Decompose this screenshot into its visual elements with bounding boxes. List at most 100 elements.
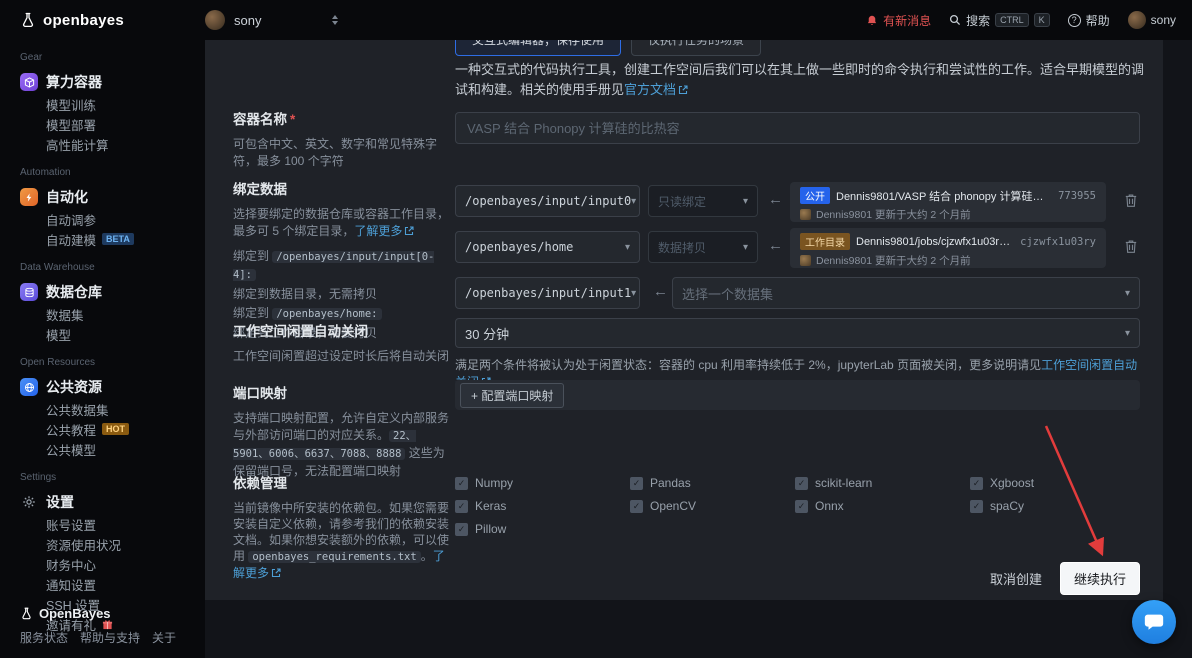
chevron-down-icon: ▾ [1124,287,1130,299]
owner-avatar [800,209,811,220]
sidebar-item-data-warehouse[interactable]: 数据仓库 [20,280,205,304]
sidebar-item-datasets[interactable]: 数据集 [20,304,205,324]
checkbox-checked[interactable]: ✓ [795,476,808,490]
form-actions: 取消创建 继续执行 [990,562,1140,595]
sidebar-footer: OpenBayes 服务状态 帮助与支持 关于 [20,606,176,646]
sidebar-item-public-datasets[interactable]: 公共数据集 [20,399,205,419]
dataset-card[interactable]: 公开 Dennis9801/VASP 结合 phonopy 计算硅的比热容/1 … [790,182,1106,222]
dataset-card[interactable]: 工作目录 Dennis9801/jobs/cjzwfx1u03ry/output… [790,228,1106,268]
sidebar-item-public-tutorials[interactable]: 公共教程 HOT [20,419,205,439]
delete-binding-button[interactable] [1124,193,1138,213]
cancel-create-button[interactable]: 取消创建 [990,569,1042,588]
mount-mode-select[interactable]: 数据拷贝 ▾ [648,231,758,263]
checkbox-checked[interactable]: ✓ [455,499,468,513]
port-mapping-bar: + 配置端口映射 [455,380,1140,410]
dataset-meta: Dennis9801 更新于大约 2 个月前 [816,209,971,221]
dataset-id: 773955 [1058,189,1096,202]
workspace-description: 一种交互式的代码执行工具，创建工作空间后我们可以在其上做一些即时的命令执行和尝试… [455,62,1145,97]
tab-script-execution[interactable]: 仅执行任务的场景 [631,40,762,56]
sidebar-item-model-training[interactable]: 模型训练 [20,94,205,114]
workspace-switcher[interactable]: sony [205,10,355,30]
sidebar-item-models[interactable]: 模型 [20,324,205,344]
requirements-file-code: openbayes_requirements.txt [248,551,421,563]
checkbox-checked[interactable]: ✓ [630,499,643,513]
sidebar-item-settings[interactable]: 设置 [20,490,205,514]
sidebar-item-public-models[interactable]: 公共模型 [20,439,205,459]
dependency-label: Keras [475,499,507,513]
sidebar-item-automation[interactable]: 自动化 [20,185,205,209]
notifications-button[interactable]: 有新消息 [866,12,931,29]
footer-link-service-status[interactable]: 服务状态 [20,629,68,646]
external-link-icon [271,568,281,578]
dataset-picker-select[interactable]: 选择一个数据集 ▾ [672,277,1140,309]
external-link-icon [405,226,414,236]
sidebar-item-resource-usage[interactable]: 资源使用状况 [20,534,205,554]
sidebar-item-billing-center[interactable]: 财务中心 [20,554,205,574]
sidebar-item-auto-modeling[interactable]: 自动建模 BETA [20,229,205,249]
dependency-item: ✓ Keras [455,499,630,513]
docs-link[interactable]: 官方文档 [624,82,688,97]
checkbox-checked[interactable]: ✓ [630,476,643,490]
user-menu[interactable]: sony [1127,11,1176,29]
chevron-updown-icon [332,15,339,25]
delete-binding-button[interactable] [1124,239,1138,259]
sidebar-item-auto-tuning[interactable]: 自动调参 [20,209,205,229]
mount-path-select[interactable]: /openbayes/input/input0 ▾ [455,185,640,217]
binding-label-block: 绑定数据 选择要绑定的数据仓库或容器工作目录，最多可 5 个绑定目录，了解更多 … [233,178,449,342]
binding-learn-more-link[interactable]: 了解更多 [354,224,414,238]
checkbox-checked[interactable]: ✓ [970,476,983,490]
sidebar-item-account-settings[interactable]: 账号设置 [20,514,205,534]
owner-avatar [800,255,811,266]
help-button[interactable]: ? 帮助 [1067,12,1110,29]
user-name: sony [1150,13,1176,27]
tab-workspace[interactable]: 交互式编辑器；保存使用 [455,40,622,56]
sidebar-item-compute-container[interactable]: 算力容器 [20,70,205,94]
sidebar-item-model-deploy[interactable]: 模型部署 [20,114,205,134]
sidebar-item-label: 公共教程 [46,423,97,438]
mount-path-select[interactable]: /openbayes/home ▾ [455,231,640,263]
footer-link-support[interactable]: 帮助与支持 [80,629,140,646]
user-avatar [1127,11,1146,29]
container-name-input[interactable] [455,112,1140,144]
dataset-meta: Dennis9801 更新于大约 2 个月前 [816,255,971,267]
chevron-down-icon: ▾ [1124,327,1130,339]
sidebar-item-notification-settings[interactable]: 通知设置 [20,574,205,594]
required-asterisk: * [290,112,296,127]
beta-badge: BETA [102,233,134,245]
checkbox-checked[interactable]: ✓ [970,499,983,513]
dataset-title: Dennis9801/jobs/cjzwfx1u03ry/output [856,235,1014,248]
search-button[interactable]: 搜索 CTRL K [949,12,1050,29]
ports-hint: 支持端口映射配置，允许自定义内部服务与外部访问端口的对应关系。 22、5901、6… [233,411,450,478]
dependency-item: ✓ OpenCV [630,499,795,513]
footer-link-about[interactable]: 关于 [152,629,176,646]
add-port-mapping-button[interactable]: + 配置端口映射 [460,382,565,408]
chat-widget-button[interactable] [1132,600,1176,644]
openbayes-logo[interactable]: openbayes [0,12,205,29]
sidebar-item-public-resources[interactable]: 公共资源 [20,375,205,399]
chevron-down-icon: ▾ [742,241,748,253]
mount-mode-select[interactable]: 只读绑定 ▾ [648,185,758,217]
continue-button[interactable]: 继续执行 [1059,562,1140,595]
ports-label-block: 端口映射 支持端口映射配置，允许自定义内部服务与外部访问端口的对应关系。 22、5… [233,382,449,480]
checkbox-checked[interactable]: ✓ [455,522,468,536]
help-icon: ? [1067,13,1081,27]
workspace-avatar [205,10,225,30]
ports-title: 端口映射 [233,386,287,401]
mount-path-select[interactable]: /openbayes/input/input1 ▾ [455,277,640,309]
checkbox-checked[interactable]: ✓ [455,476,468,490]
search-label: 搜索 [966,13,991,28]
dependency-item: ✓ Xgboost [970,476,1140,490]
container-name-hint: 可包含中文、英文、数字和常见特殊字符，最多 100 个字符 [233,137,438,168]
notifications-label: 有新消息 [883,13,932,28]
path-code: /openbayes/home: [272,308,382,320]
deps-label-block: 依赖管理 当前镜像中所安装的依赖包。如果您需要安装自定义依赖，请参考我们的依赖安… [233,472,449,581]
binding-rule-desc: 绑定到数据目录，无需拷贝 [233,287,378,301]
database-icon [20,283,38,301]
sidebar-item-label: 自动化 [46,189,88,205]
dependency-item: ✓ spaCy [970,499,1140,513]
sidebar-item-hpc[interactable]: 高性能计算 [20,134,205,154]
idle-timeout-select[interactable]: 30 分钟 ▾ [455,318,1140,348]
chevron-down-icon: ▾ [631,195,637,207]
create-container-panel: 交互式编辑器；保存使用 仅执行任务的场景 一种交互式的代码执行工具，创建工作空间… [205,40,1163,600]
checkbox-checked[interactable]: ✓ [795,499,808,513]
